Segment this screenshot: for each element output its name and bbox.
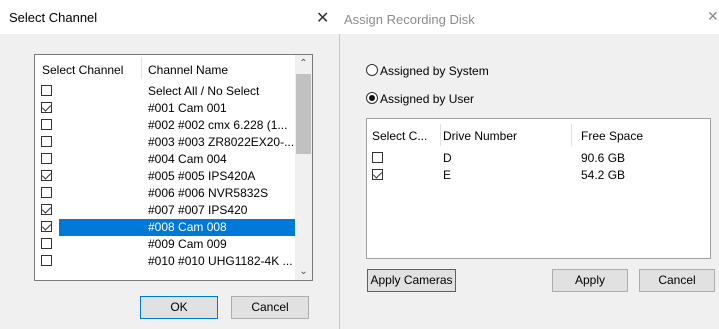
radio-assigned-by-user-label: Assigned by User xyxy=(380,92,475,106)
column-header-free-space[interactable]: Free Space xyxy=(581,129,643,143)
cancel-button[interactable]: Cancel xyxy=(231,296,309,319)
channel-row[interactable]: Select All / No Select xyxy=(35,83,295,100)
free-space: 54.2 GB xyxy=(581,168,626,182)
channel-row[interactable]: #004 Cam 004 xyxy=(35,151,295,168)
channel-checkbox[interactable] xyxy=(41,119,52,130)
disk-list-header: Select C... Drive Number Free Space xyxy=(367,119,710,147)
drive-number: D xyxy=(443,151,452,165)
channel-row[interactable]: #008 Cam 008 xyxy=(35,219,295,236)
ok-button[interactable]: OK xyxy=(140,296,218,319)
scrollbar-thumb[interactable] xyxy=(296,74,311,154)
close-icon[interactable]: ✕ xyxy=(316,8,329,28)
drive-number: E xyxy=(443,168,452,182)
column-separator[interactable] xyxy=(440,124,441,146)
channel-name: #008 Cam 008 xyxy=(59,219,295,236)
channel-row[interactable]: #010 #010 UHG1182-4K ... xyxy=(35,253,295,270)
column-header-select[interactable]: Select C... xyxy=(372,129,427,143)
disk-list: Select C... Drive Number Free Space D 90.… xyxy=(366,118,711,259)
disk-checkbox[interactable] xyxy=(372,169,383,180)
scroll-up-arrow-icon[interactable]: ⌃ xyxy=(295,55,312,72)
disk-row[interactable]: D 90.6 GB xyxy=(367,150,710,167)
disk-row[interactable]: E 54.2 GB xyxy=(367,167,710,184)
channel-checkbox[interactable] xyxy=(41,153,52,164)
channel-list: Select Channel Channel Name Select All /… xyxy=(34,54,313,281)
channel-checkbox[interactable] xyxy=(41,85,52,96)
channel-row[interactable]: #002 #002 cmx 6.228 (1... xyxy=(35,117,295,134)
channel-checkbox[interactable] xyxy=(41,136,52,147)
channel-checkbox[interactable] xyxy=(41,255,52,266)
cancel-button[interactable]: Cancel xyxy=(639,269,715,292)
column-header-select-channel[interactable]: Select Channel xyxy=(42,63,123,77)
apply-button[interactable]: Apply xyxy=(552,269,628,292)
channel-name: #006 #006 NVR5832S xyxy=(148,186,269,200)
free-space: 90.6 GB xyxy=(581,151,626,165)
channel-name: #007 #007 IPS420 xyxy=(148,203,248,217)
channel-row[interactable]: #009 Cam 009 xyxy=(35,236,295,253)
channel-name: #004 Cam 004 xyxy=(148,152,227,166)
channel-row[interactable]: #003 #003 ZR8022EX20-... xyxy=(35,134,295,151)
assign-disk-titlebar: Assign Recording Disk ✕ xyxy=(340,0,719,34)
column-separator[interactable] xyxy=(141,57,142,79)
column-separator[interactable] xyxy=(571,124,572,146)
select-channel-dialog: Select Channel ✕ Select Channel Channel … xyxy=(0,0,340,329)
disk-checkbox[interactable] xyxy=(372,152,383,163)
channel-list-scrollbar[interactable]: ⌃ ⌄ xyxy=(295,55,312,280)
column-header-channel-name[interactable]: Channel Name xyxy=(148,63,228,77)
scroll-down-arrow-icon[interactable]: ⌄ xyxy=(295,263,312,280)
select-channel-title: Select Channel xyxy=(9,10,98,25)
channel-row[interactable]: #006 #006 NVR5832S xyxy=(35,185,295,202)
select-channel-titlebar: Select Channel ✕ xyxy=(0,0,340,34)
channel-checkbox[interactable] xyxy=(41,102,52,113)
channel-checkbox[interactable] xyxy=(41,238,52,249)
channel-name: #009 Cam 009 xyxy=(148,237,227,251)
channel-checkbox[interactable] xyxy=(41,204,52,215)
channel-row[interactable]: #005 #005 IPS420A xyxy=(35,168,295,185)
channel-name: #010 #010 UHG1182-4K ... xyxy=(148,254,293,268)
channel-row[interactable]: #001 Cam 001 xyxy=(35,100,295,117)
channel-name: #001 Cam 001 xyxy=(148,101,227,115)
channel-name: Select All / No Select xyxy=(148,84,260,98)
channel-checkbox[interactable] xyxy=(41,170,52,181)
channel-checkbox[interactable] xyxy=(41,221,52,232)
channel-rows: Select All / No Select #001 Cam 001 #002 #… xyxy=(35,83,295,270)
channel-name: #003 #003 ZR8022EX20-... xyxy=(148,135,295,149)
assign-recording-disk-dialog: Assign Recording Disk ✕ Assigned by Syst… xyxy=(340,0,719,329)
assign-disk-title: Assign Recording Disk xyxy=(344,12,475,27)
radio-assigned-by-system-label: Assigned by System xyxy=(380,64,489,78)
channel-name: #005 #005 IPS420A xyxy=(148,169,256,183)
radio-button-icon[interactable] xyxy=(366,92,378,104)
channel-checkbox[interactable] xyxy=(41,187,52,198)
apply-cameras-button[interactable]: Apply Cameras xyxy=(367,269,456,292)
channel-name: #002 #002 cmx 6.228 (1... xyxy=(148,118,288,132)
column-header-drive-number[interactable]: Drive Number xyxy=(443,129,517,143)
radio-button-icon[interactable] xyxy=(366,64,378,76)
channel-list-header: Select Channel Channel Name xyxy=(35,55,295,81)
close-icon[interactable]: ✕ xyxy=(707,8,719,25)
channel-row[interactable]: #007 #007 IPS420 xyxy=(35,202,295,219)
